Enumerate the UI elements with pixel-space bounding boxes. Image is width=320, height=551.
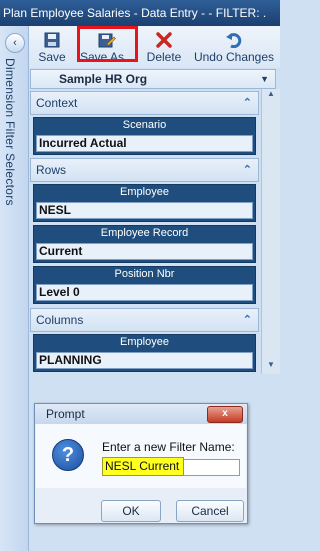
- section-columns-label: Columns: [36, 313, 84, 327]
- floppy-disk-icon: [44, 32, 60, 48]
- undo-changes-button[interactable]: Undo Changes: [191, 26, 277, 66]
- field-label: Employee: [120, 336, 169, 348]
- dialog-body: ? Enter a new Filter Name: NESL Current: [36, 424, 246, 488]
- vertical-scrollbar[interactable]: ▲ ▼: [261, 89, 280, 374]
- employee-record-field[interactable]: Employee Record Current: [33, 225, 256, 263]
- employee-field[interactable]: Employee NESL: [33, 184, 256, 222]
- field-label: Employee: [120, 186, 169, 198]
- save-as-highlight-box: [77, 26, 138, 62]
- delete-label: Delete: [146, 50, 182, 64]
- scroll-up-icon[interactable]: ▲: [262, 89, 280, 103]
- dialog-close-button[interactable]: x: [207, 406, 243, 423]
- window-title: Plan Employee Salaries - Data Entry - - …: [0, 0, 280, 26]
- scenario-field[interactable]: Scenario Incurred Actual: [33, 117, 256, 155]
- field-value[interactable]: Incurred Actual: [36, 135, 253, 152]
- field-value[interactable]: NESL: [36, 202, 253, 219]
- section-columns-header[interactable]: Columns ⌃: [30, 308, 259, 332]
- side-panel-label: Dimension Filter Selectors: [3, 58, 17, 206]
- save-label: Save: [38, 50, 66, 64]
- org-selector[interactable]: Sample HR Org ▼: [30, 69, 276, 89]
- toolbar: Save Save As... Delete Undo Changes: [29, 26, 280, 68]
- dropdown-arrow-icon: ▼: [260, 74, 269, 84]
- save-button[interactable]: Save: [32, 26, 72, 66]
- collapse-up-icon[interactable]: ⌃: [243, 92, 252, 114]
- position-nbr-field[interactable]: Position Nbr Level 0: [33, 266, 256, 304]
- cancel-button[interactable]: Cancel: [176, 500, 244, 522]
- section-context-header[interactable]: Context ⌃: [30, 91, 259, 115]
- section-context-label: Context: [36, 96, 78, 110]
- collapse-panel-button[interactable]: ‹: [5, 33, 25, 53]
- question-mark-icon: ?: [52, 439, 84, 471]
- field-value[interactable]: PLANNING: [36, 352, 253, 369]
- chevron-left-icon: ‹: [13, 37, 17, 49]
- field-label: Scenario: [122, 119, 167, 131]
- section-rows-label: Rows: [36, 163, 67, 177]
- undo-label: Undo Changes: [193, 50, 275, 64]
- delete-button[interactable]: Delete: [143, 26, 185, 66]
- field-label: Employee Record: [100, 227, 189, 239]
- field-label: Position Nbr: [114, 268, 175, 280]
- prompt-dialog: Prompt x ? Enter a new Filter Name: NESL…: [34, 403, 248, 524]
- section-rows-header[interactable]: Rows ⌃: [30, 158, 259, 182]
- org-name: Sample HR Org: [59, 72, 148, 86]
- filter-name-value: NESL Current: [105, 459, 180, 473]
- field-value[interactable]: Level 0: [36, 284, 253, 301]
- prompt-message: Enter a new Filter Name:: [102, 440, 235, 454]
- delete-x-icon: [156, 32, 172, 48]
- columns-employee-field[interactable]: Employee PLANNING: [33, 334, 256, 372]
- ok-button[interactable]: OK: [101, 500, 161, 522]
- collapse-up-icon[interactable]: ⌃: [243, 159, 252, 181]
- collapse-up-icon[interactable]: ⌃: [243, 309, 252, 331]
- field-value[interactable]: Current: [36, 243, 253, 260]
- undo-arrow-icon: [226, 33, 242, 48]
- scroll-down-icon[interactable]: ▼: [262, 360, 280, 374]
